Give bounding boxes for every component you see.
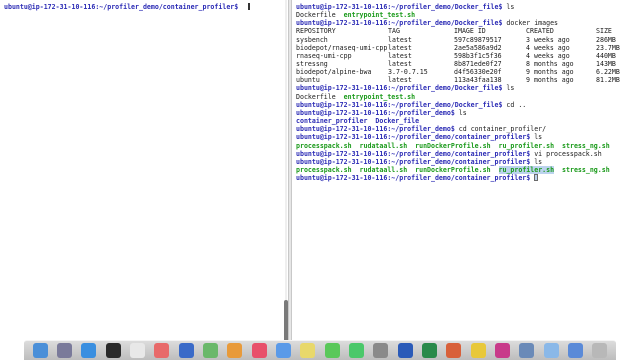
ls-output: Dockerfile entrypoint_test.sh	[296, 11, 416, 20]
ls-output: processpack.sh rudataall.sh runDockerPro…	[296, 166, 610, 175]
terminal-line: ubuntu@ip-172-31-10-116:~/profiler_demo/…	[296, 174, 626, 182]
terminal-icon[interactable]	[105, 343, 121, 358]
facetime-icon[interactable]	[348, 343, 364, 358]
table-row: biodepot/rnaseq-umi-cpp latest 2ae5a586a9d…	[296, 43, 620, 52]
books-icon[interactable]	[227, 343, 243, 358]
maps-icon[interactable]	[202, 343, 218, 358]
messages-icon[interactable]	[324, 343, 340, 358]
system-prefs-icon[interactable]	[373, 343, 389, 358]
table-header: REPOSITORY TAG IMAGE ID CREATED SIZE	[296, 27, 612, 36]
table-row: stressng latest 8b871ede0f27 8 months ago 14…	[296, 60, 616, 69]
table-row: sysbench latest 597c89879517 3 weeks ago 286…	[296, 35, 616, 44]
ls-output: container_profiler Docker_file	[296, 117, 420, 126]
right-terminal-pane[interactable]: ubuntu@ip-172-31-10-116:~/profiler_demo/…	[292, 0, 640, 360]
powerpoint-icon[interactable]	[446, 343, 462, 358]
chrome-icon[interactable]	[470, 343, 486, 358]
dock	[24, 340, 616, 360]
slack-icon[interactable]	[494, 343, 510, 358]
left-terminal-pane[interactable]: ubuntu@ip-172-31-10-116:~/profiler_demo/…	[0, 0, 288, 360]
safari-icon[interactable]	[81, 343, 97, 358]
trash-icon[interactable]	[592, 343, 608, 358]
table-row: biodepot/alpine-bwa 3.7-0.7.15 d4f56330e20…	[296, 68, 620, 77]
ls-output: processpack.sh rudataall.sh runDockerPro…	[296, 141, 610, 150]
folder-icon[interactable]	[543, 343, 559, 358]
terminal-line: ubuntu@ip-172-31-10-116:~/profiler_demo/…	[296, 133, 543, 142]
terminal-line: ubuntu@ip-172-31-10-116:~/profiler_demo$…	[296, 108, 467, 117]
photos-icon[interactable]	[154, 343, 170, 358]
terminal-line: ubuntu@ip-172-31-10-116:~/profiler_demo/…	[296, 157, 543, 166]
word-icon[interactable]	[397, 343, 413, 358]
table-row: rnaseq-umi-cpp latest 598b3f1c5f36 4 weeks …	[296, 51, 616, 60]
terminal-line: ubuntu@ip-172-31-10-116:~/profiler_demo$…	[296, 125, 547, 134]
launchpad-icon[interactable]	[56, 343, 72, 358]
preview-icon[interactable]	[519, 343, 535, 358]
excel-icon[interactable]	[421, 343, 437, 358]
table-row: ubuntu latest 113a43faa138 9 months ago 81.2…	[296, 76, 620, 85]
terminal-line: ubuntu@ip-172-31-10-116:~/profiler_demo/…	[296, 100, 527, 109]
terminal-line: ubuntu@ip-172-31-10-116:~/profiler_demo/…	[4, 3, 274, 11]
calendar-icon[interactable]	[129, 343, 145, 358]
notes-icon[interactable]	[300, 343, 316, 358]
downloads-icon[interactable]	[567, 343, 583, 358]
terminal-line: ubuntu@ip-172-31-10-116:~/profiler_demo/…	[296, 19, 559, 28]
terminal-line: ubuntu@ip-172-31-10-116:~/profiler_demo/…	[296, 3, 515, 11]
xcode-icon[interactable]	[178, 343, 194, 358]
text-cursor	[248, 3, 251, 10]
terminal-line: ubuntu@ip-172-31-10-116:~/profiler_demo/…	[296, 84, 515, 93]
music-icon[interactable]	[251, 343, 267, 358]
finder-icon[interactable]	[32, 343, 48, 358]
docker-images-table: REPOSITORY TAG IMAGE ID CREATED SIZE sysbenc…	[296, 27, 626, 84]
app-icon[interactable]	[275, 343, 291, 358]
ls-output: Dockerfile entrypoint_test.sh	[296, 92, 416, 101]
block-cursor	[534, 174, 539, 182]
selected-filename[interactable]: ru_profiler.sh	[498, 166, 555, 175]
terminal-line: ubuntu@ip-172-31-10-116:~/profiler_demo/…	[296, 149, 602, 158]
